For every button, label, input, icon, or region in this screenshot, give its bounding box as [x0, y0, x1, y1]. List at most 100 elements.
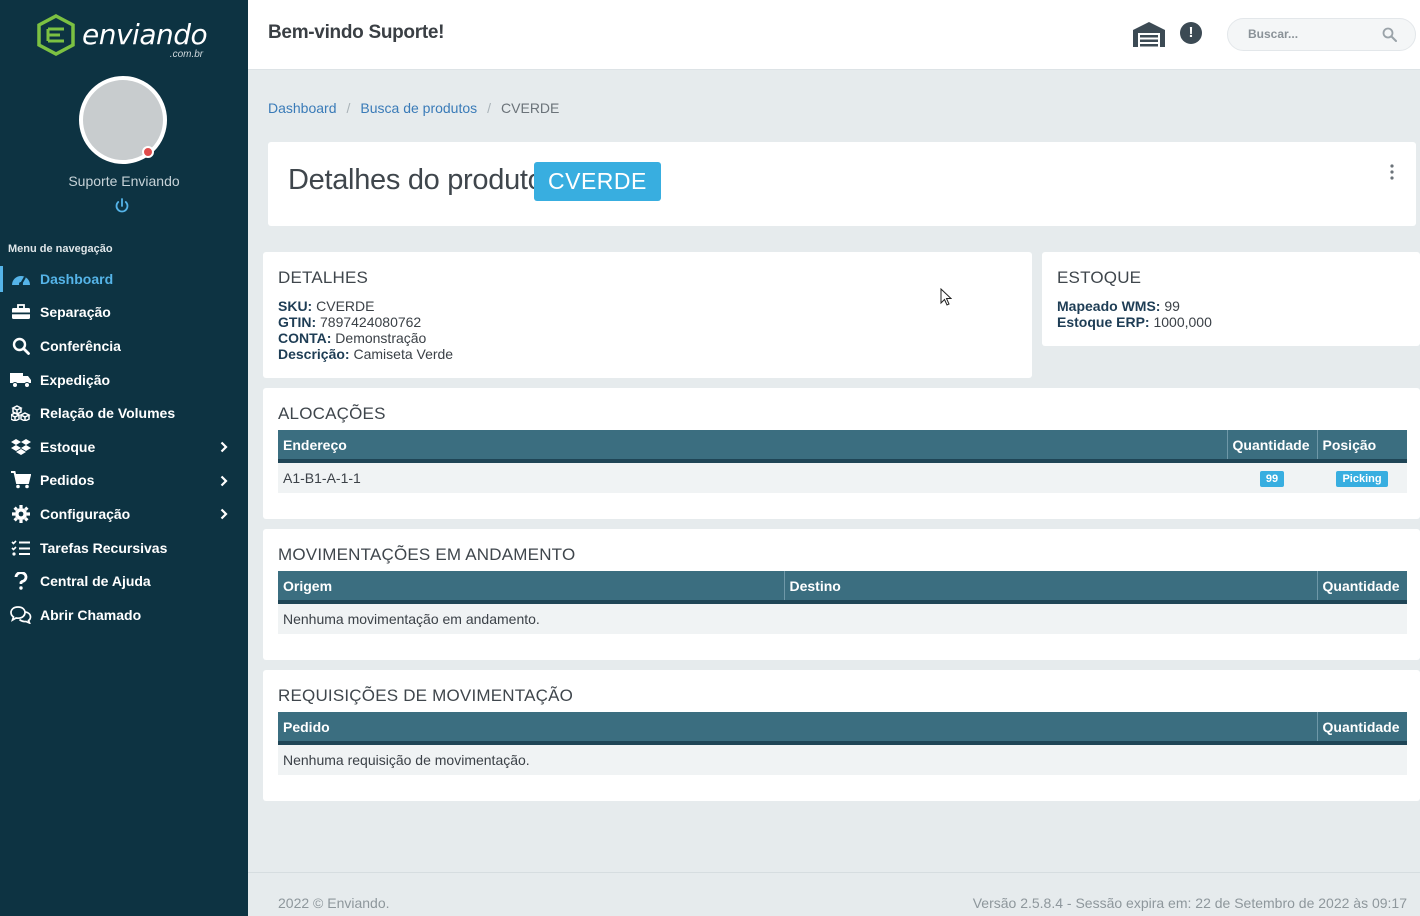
search-box: [1227, 18, 1416, 51]
version-info: Versão 2.5.8.4 - Sessão expira em: 22 de…: [972, 895, 1407, 911]
detail-key: Descrição:: [278, 346, 350, 362]
sidebar-item-configuracao[interactable]: Configuração: [0, 497, 248, 531]
sidebar-item-label: Expedição: [40, 371, 111, 388]
cart-icon: [10, 471, 32, 489]
breadcrumb-separator: /: [346, 100, 351, 116]
allocations-table: Endereço Quantidade Posição A1-B1-A-1-1 …: [278, 430, 1407, 493]
sidebar-item-tarefas-recursivas[interactable]: Tarefas Recursivas: [0, 531, 248, 565]
sidebar-item-dashboard[interactable]: Dashboard: [0, 262, 248, 296]
power-icon[interactable]: [114, 198, 130, 214]
stock-key: Estoque ERP:: [1057, 314, 1150, 330]
search-icon[interactable]: [1382, 27, 1397, 42]
avatar[interactable]: [79, 76, 167, 164]
sidebar-item-abrir-chamado[interactable]: Abrir Chamado: [0, 598, 248, 632]
sidebar-item-label: Separação: [40, 304, 111, 321]
breadcrumb-busca-produtos[interactable]: Busca de produtos: [360, 100, 477, 116]
column-header-destino[interactable]: Destino: [784, 571, 1318, 604]
sidebar-item-label: Pedidos: [40, 472, 95, 489]
detail-key: SKU:: [278, 298, 313, 314]
requests-title: REQUISIÇÕES DE MOVIMENTAÇÃO: [278, 686, 574, 705]
sidebar-item-separacao[interactable]: Separação: [0, 296, 248, 330]
sidebar-item-label: Conferência: [40, 337, 121, 354]
movements-card: MOVIMENTAÇÕES EM ANDAMENTO Origem Destin…: [263, 529, 1420, 660]
sidebar-item-conferencia[interactable]: Conferência: [0, 329, 248, 363]
status-dot: [142, 146, 154, 158]
movements-title: MOVIMENTAÇÕES EM ANDAMENTO: [278, 545, 576, 564]
truck-icon: [10, 371, 32, 389]
table-header-row: Pedido Quantidade: [278, 712, 1407, 745]
alert-icon[interactable]: !: [1180, 22, 1202, 44]
brand-name: enviando: [82, 18, 208, 51]
breadcrumb-separator: /: [487, 100, 492, 116]
stock-value: 1000,000: [1153, 314, 1212, 330]
column-header-posicao[interactable]: Posição: [1317, 430, 1407, 463]
sidebar-item-estoque[interactable]: Estoque: [0, 430, 248, 464]
details-card: DETALHES SKU: CVERDE GTIN: 7897424080762…: [263, 252, 1032, 378]
column-header-quantidade[interactable]: Quantidade: [1317, 712, 1407, 745]
boxes-icon: [10, 404, 32, 422]
sidebar-item-label: Dashboard: [40, 270, 114, 287]
column-header-quantidade[interactable]: Quantidade: [1227, 430, 1318, 463]
search-icon: [10, 337, 32, 355]
stock-wms: Mapeado WMS: 99: [1057, 298, 1180, 314]
cell-position: Picking: [1317, 461, 1407, 493]
sidebar-item-label: Configuração: [40, 505, 131, 522]
sidebar-item-relacao-volumes[interactable]: Relação de Volumes: [0, 396, 248, 430]
column-header-pedido[interactable]: Pedido: [278, 712, 1318, 745]
sidebar-item-label: Central de Ajuda: [40, 573, 151, 590]
user-name: Suporte Enviando: [68, 173, 180, 189]
table-row-empty: Nenhuma movimentação em andamento.: [278, 602, 1407, 634]
nav-title: Menu de navegação: [8, 243, 113, 255]
cell-address: A1-B1-A-1-1: [278, 461, 1227, 493]
table-row[interactable]: A1-B1-A-1-1 99 Picking: [278, 461, 1407, 493]
allocations-card: ALOCAÇÕES Endereço Quantidade Posição A1…: [263, 388, 1420, 519]
table-row-empty: Nenhuma requisição de movimentação.: [278, 743, 1407, 775]
breadcrumb-dashboard[interactable]: Dashboard: [268, 100, 337, 116]
sidebar-item-central-ajuda[interactable]: Central de Ajuda: [0, 564, 248, 598]
empty-message: Nenhuma movimentação em andamento.: [278, 602, 1407, 634]
column-header-endereco[interactable]: Endereço: [278, 430, 1228, 463]
detail-value: Demonstração: [335, 330, 427, 346]
empty-message: Nenhuma requisição de movimentação.: [278, 743, 1407, 775]
toolbox-icon: [10, 303, 32, 321]
gear-icon: [10, 504, 32, 523]
footer: 2022 © Enviando. Versão 2.5.8.4 - Sessão…: [248, 872, 1420, 916]
detail-value: CVERDE: [316, 298, 375, 314]
detail-value: Camiseta Verde: [353, 346, 454, 362]
chevron-right-icon: [220, 508, 228, 520]
chevron-right-icon: [220, 441, 228, 453]
table-header-row: Endereço Quantidade Posição: [278, 430, 1407, 463]
detail-key: CONTA:: [278, 330, 332, 346]
chat-icon: [10, 605, 32, 624]
sidebar-item-expedicao[interactable]: Expedição: [0, 363, 248, 397]
sidebar: enviando .com.br Suporte Enviando Menu d…: [0, 0, 248, 916]
movements-table: Origem Destino Quantidade Nenhuma movime…: [278, 571, 1407, 634]
chevron-right-icon: [220, 475, 228, 486]
detail-sku: SKU: CVERDE: [278, 298, 374, 314]
breadcrumb-current: CVERDE: [501, 100, 560, 116]
mouse-cursor-icon: [940, 288, 952, 306]
more-options-icon[interactable]: [1390, 164, 1394, 180]
product-title-card: Detalhes do produto CVERDE: [268, 142, 1416, 226]
details-title: DETALHES: [278, 268, 369, 287]
brand-logo[interactable]: enviando .com.br: [36, 14, 208, 60]
tasks-icon: [10, 539, 32, 557]
stock-erp: Estoque ERP: 1000,000: [1057, 314, 1212, 330]
topbar: Bem-vindo Suporte! !: [248, 0, 1420, 70]
cell-quantity: 99: [1227, 461, 1317, 493]
sku-badge: CVERDE: [534, 162, 661, 201]
column-header-origem[interactable]: Origem: [278, 571, 785, 604]
search-input[interactable]: [1248, 27, 1378, 41]
sidebar-item-label: Abrir Chamado: [40, 606, 142, 623]
sidebar-item-pedidos[interactable]: Pedidos: [0, 464, 248, 498]
warehouse-icon[interactable]: [1132, 20, 1166, 48]
column-header-quantidade[interactable]: Quantidade: [1317, 571, 1407, 604]
requests-card: REQUISIÇÕES DE MOVIMENTAÇÃO Pedido Quant…: [263, 670, 1420, 801]
dashboard-icon: [10, 270, 32, 288]
allocations-title: ALOCAÇÕES: [278, 404, 386, 423]
stock-key: Mapeado WMS:: [1057, 298, 1161, 314]
page-title: Detalhes do produto: [288, 164, 544, 196]
dropbox-icon: [10, 438, 32, 456]
quantity-badge: 99: [1259, 471, 1285, 487]
nav-menu: Dashboard Separação Conferência Expediçã…: [0, 262, 248, 632]
